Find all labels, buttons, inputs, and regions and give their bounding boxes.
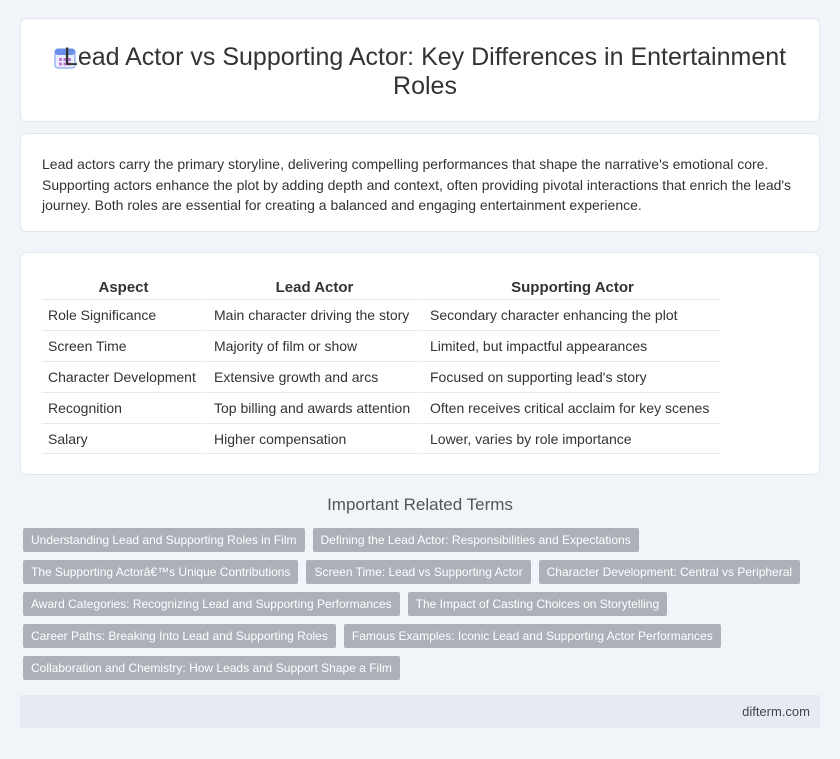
column-header-supporting-actor: Supporting Actor <box>421 277 721 299</box>
table-row: Character Development Extensive growth a… <box>42 361 721 392</box>
column-header-lead-actor: Lead Actor <box>205 277 421 299</box>
related-term-tag[interactable]: Screen Time: Lead vs Supporting Actor <box>306 560 531 584</box>
table-cell: Screen Time <box>42 330 205 361</box>
table-header-row: Aspect Lead Actor Supporting Actor <box>42 277 721 299</box>
footer: difterm.com <box>20 695 820 728</box>
related-term-tag[interactable]: Collaboration and Chemistry: How Leads a… <box>23 656 400 680</box>
related-term-tag[interactable]: Character Development: Central vs Periph… <box>538 560 801 584</box>
column-header-aspect: Aspect <box>98 279 149 296</box>
related-term-tag[interactable]: Defining the Lead Actor: Responsibilitie… <box>312 528 639 552</box>
table-cell: Recognition <box>42 392 205 423</box>
related-term-tag[interactable]: Career Paths: Breaking Into Lead and Sup… <box>23 624 336 648</box>
related-term-tag[interactable]: The Supporting Actorâ€™s Unique Contribu… <box>23 560 299 584</box>
page-title: Lead Actor vs Supporting Actor: Key Diff… <box>63 43 787 100</box>
table-row: Role Significance Main character driving… <box>42 299 721 330</box>
table-cell: Extensive growth and arcs <box>205 361 421 392</box>
table-cell: Character Development <box>42 361 205 392</box>
related-term-tag[interactable]: Famous Examples: Iconic Lead and Support… <box>343 624 721 648</box>
table-cell: Focused on supporting lead's story <box>421 361 721 392</box>
related-term-tag[interactable]: Award Categories: Recognizing Lead and S… <box>23 592 400 616</box>
related-term-tag[interactable]: The Impact of Casting Choices on Storyte… <box>407 592 668 616</box>
table-row: Screen Time Majority of film or show Lim… <box>42 330 721 361</box>
table-row: Recognition Top billing and awards atten… <box>42 392 721 423</box>
table-cell: Lower, varies by role importance <box>421 423 721 454</box>
related-term-tag[interactable]: Understanding Lead and Supporting Roles … <box>23 528 305 552</box>
comparison-table-card: Aspect Lead Actor Supporting Actor Role … <box>20 252 820 475</box>
related-terms-list: Understanding Lead and Supporting Roles … <box>23 528 803 688</box>
intro-paragraph: Lead actors carry the primary storyline,… <box>42 156 792 213</box>
header-card: Lead Actor vs Supporting Actor: Key Diff… <box>20 18 820 122</box>
related-terms-heading: Important Related Terms <box>327 495 513 514</box>
table-cell: Top billing and awards attention <box>205 392 421 423</box>
table-cell: Secondary character enhancing the plot <box>421 299 721 330</box>
comparison-table: Aspect Lead Actor Supporting Actor Role … <box>42 277 721 454</box>
site-name[interactable]: difterm.com <box>742 704 810 719</box>
intro-card: Lead actors carry the primary storyline,… <box>20 133 820 232</box>
table-cell: Salary <box>42 423 205 454</box>
table-cell: Role Significance <box>42 299 205 330</box>
table-row: Salary Higher compensation Lower, varies… <box>42 423 721 454</box>
table-cell: Often receives critical acclaim for key … <box>421 392 721 423</box>
table-cell: Limited, but impactful appearances <box>421 330 721 361</box>
table-cell: Majority of film or show <box>205 330 421 361</box>
table-cell: Higher compensation <box>205 423 421 454</box>
table-cell: Main character driving the story <box>205 299 421 330</box>
